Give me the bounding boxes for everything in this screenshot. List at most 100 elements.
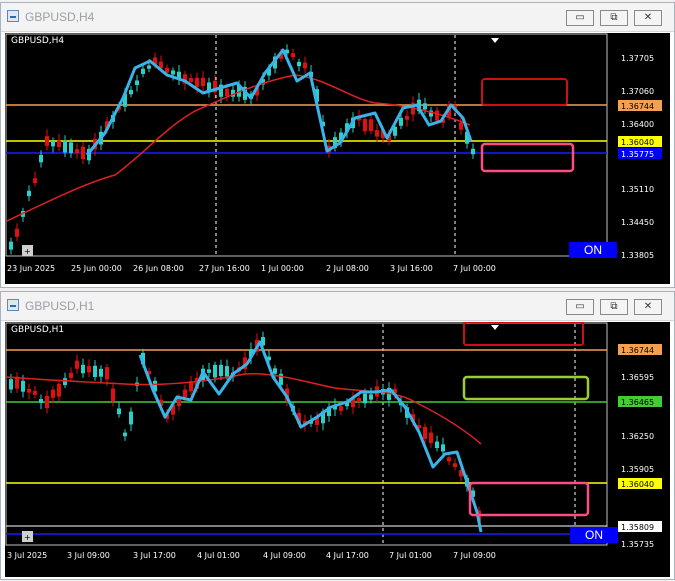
candle-body [375, 130, 379, 137]
level-label-orange: 1.36744 [621, 102, 654, 111]
shift-marker-icon[interactable] [491, 325, 499, 330]
price-axis-label: 1.34450 [621, 218, 654, 227]
candle-body [447, 457, 451, 462]
target-zone-box[interactable] [468, 481, 590, 517]
candle-body [57, 140, 61, 148]
price-chart-h1[interactable]: 1.36595 1.36250 1.35905 1.35735 1.36744 1.3… [5, 322, 670, 577]
candle-body [21, 380, 25, 392]
level-label-green: 1.36465 [621, 398, 654, 407]
candle-body [189, 78, 193, 82]
candle-body [363, 393, 367, 404]
candle-body [81, 364, 85, 374]
support-zone-box[interactable] [462, 375, 590, 401]
restore-button[interactable]: ⧉ [600, 10, 628, 26]
price-chart-h4[interactable]: 1.37705 1.37060 1.36400 1.35110 1.34450 1.338… [5, 33, 670, 284]
on-toggle-button[interactable]: ON [569, 242, 617, 258]
candle-body [111, 388, 115, 401]
price-axis-label: 1.35110 [621, 185, 654, 194]
candle-body [147, 65, 151, 69]
candle-body [435, 110, 439, 121]
candle-body [207, 369, 211, 373]
time-axis-label: 25 Jun 00:00 [71, 264, 122, 273]
plus-icon: + [24, 247, 31, 256]
candle-body [9, 379, 13, 390]
chart-window-h1: GBPUSD,H1 ▭ ⧉ ✕ 1.36595 1.36250 1.35905 1.3… [0, 291, 675, 580]
price-axis-label: 1.36250 [621, 432, 654, 441]
candles-h4 [9, 44, 475, 255]
time-axis-label: 4 Jul 09:00 [263, 551, 306, 560]
candle-body [63, 378, 67, 386]
candle-body [471, 148, 475, 155]
window-title: GBPUSD,H1 [25, 299, 95, 313]
candle-body [369, 394, 373, 400]
candle-body [129, 90, 133, 95]
candle-body [363, 119, 367, 132]
close-button[interactable]: ✕ [634, 299, 662, 315]
price-axis-label: 1.33805 [621, 251, 654, 260]
candle-body [453, 463, 457, 468]
level-label-yellow: 1.36040 [621, 138, 654, 147]
symbol-label: GBPUSD,H4 [11, 36, 65, 46]
window-title-bar[interactable]: GBPUSD,H4 ▭ ⧉ ✕ [1, 3, 674, 32]
candle-body [291, 53, 295, 58]
shift-marker-icon[interactable] [491, 38, 499, 43]
candle-body [123, 432, 127, 437]
time-axis-label: 7 Jul 09:00 [453, 551, 496, 560]
chart-app-icon [7, 299, 19, 311]
restore-button[interactable]: ⧉ [600, 299, 628, 315]
window-title: GBPUSD,H4 [25, 10, 95, 24]
candle-body [273, 368, 277, 374]
price-axis-label: 1.35735 [621, 540, 654, 549]
candle-body [297, 61, 301, 67]
candle-body [39, 399, 43, 403]
candle-body [423, 103, 427, 110]
close-button[interactable]: ✕ [634, 10, 662, 26]
candle-body [51, 389, 55, 398]
candle-body [63, 140, 67, 153]
target-zone-box[interactable] [480, 142, 575, 173]
candle-body [27, 388, 31, 393]
candle-body [39, 154, 43, 163]
plus-icon: + [24, 533, 31, 542]
candle-body [45, 136, 49, 146]
chart-window-h4: GBPUSD,H4 ▭ ⧉ ✕ 1.37705 1.37060 1.36400 1.3… [0, 2, 675, 288]
time-axis-label: 4 Jul 17:00 [326, 551, 369, 560]
candle-body [69, 142, 73, 153]
candle-body [105, 367, 109, 380]
time-axis-label: 27 Jun 16:00 [199, 264, 250, 273]
candle-body [201, 77, 205, 87]
resistance-zone-box[interactable] [463, 322, 584, 346]
on-toggle-button[interactable]: ON [570, 527, 618, 543]
candle-body [81, 146, 85, 160]
candle-body [357, 398, 361, 402]
time-axis-label: 7 Jul 00:00 [453, 264, 496, 273]
candle-body [87, 365, 91, 373]
time-axis-label: 7 Jul 01:00 [389, 551, 432, 560]
candle-body [219, 364, 223, 377]
level-label-white: 1.35809 [621, 523, 654, 532]
time-axis-label: 1 Jul 00:00 [261, 264, 304, 273]
plot-border [5, 322, 608, 546]
candle-body [69, 372, 73, 379]
candle-body [51, 141, 55, 147]
chart-app-icon [7, 10, 19, 22]
candle-body [303, 62, 307, 69]
candle-body [135, 80, 139, 86]
minimize-button[interactable]: ▭ [566, 299, 594, 315]
time-axis-label: 3 Jul 17:00 [133, 551, 176, 560]
time-axis-label: 23 Jun 2025 [7, 264, 55, 273]
minimize-button[interactable]: ▭ [566, 10, 594, 26]
level-label-orange: 1.36744 [621, 346, 654, 355]
level-label-yellow: 1.36040 [621, 480, 654, 489]
candle-body [171, 70, 175, 75]
price-axis-label: 1.36400 [621, 120, 654, 129]
candle-body [435, 441, 439, 449]
resistance-zone-box[interactable] [481, 78, 568, 106]
moving-average-line [6, 372, 482, 445]
candle-body [45, 395, 49, 409]
candle-body [183, 389, 187, 397]
time-axis-label: 2 Jul 08:00 [326, 264, 369, 273]
level-label-blue: 1.35775 [621, 150, 654, 159]
window-title-bar[interactable]: GBPUSD,H1 ▭ ⧉ ✕ [1, 292, 674, 321]
price-axis-label: 1.36595 [621, 373, 654, 382]
